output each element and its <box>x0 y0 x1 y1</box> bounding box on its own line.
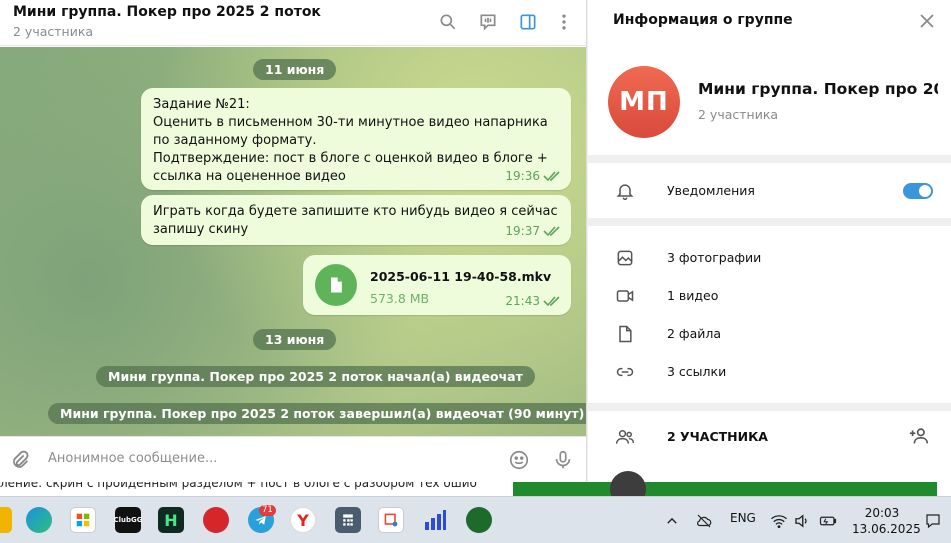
shared-files-row[interactable]: 2 файла <box>588 316 951 352</box>
message-text: Играть когда будете запишите кто нибудь … <box>153 204 558 237</box>
poker-table-app-icon[interactable] <box>466 507 492 533</box>
background-window <box>513 482 937 496</box>
shared-photos-label: 3 фотографии <box>667 250 762 265</box>
file-icon <box>614 323 636 345</box>
notifications-section: Уведомления <box>588 163 951 218</box>
message-text: Задание №21: Оценить в письменном 30-ти … <box>153 97 548 184</box>
attach-icon[interactable] <box>8 448 32 472</box>
link-icon <box>614 361 636 383</box>
clock-time: 20:03 <box>864 506 900 520</box>
members-icon <box>614 426 636 448</box>
chat-member-count: 2 участника <box>13 24 94 39</box>
shared-videos-label: 1 видео <box>667 288 719 303</box>
double-check-icon <box>543 226 560 237</box>
members-section: 2 УЧАСТНИКА <box>588 411 951 507</box>
edge-browser-icon[interactable] <box>26 507 52 533</box>
battery-icon[interactable] <box>818 511 838 531</box>
file-name: 2025-06-11 19-40-58.mkv <box>370 269 552 284</box>
system-clock[interactable]: 20:03 13.06.2025 <box>852 505 921 537</box>
shared-media-section: 3 фотографии 1 видео 2 файла 3 ссылки <box>588 226 951 403</box>
add-member-icon[interactable] <box>908 425 932 449</box>
chat-title[interactable]: Мини группа. Покер про 2025 2 поток <box>13 4 321 20</box>
photo-icon <box>614 247 636 269</box>
calculator-icon[interactable] <box>335 507 361 533</box>
double-check-icon <box>543 171 560 182</box>
microsoft-store-icon[interactable] <box>70 507 96 533</box>
background-document: ление: скрин с пройденным разделом + пос… <box>0 482 586 496</box>
date-separator: 11 июня <box>253 59 337 80</box>
hand2note-icon[interactable]: H <box>158 507 184 533</box>
speaker-icon[interactable] <box>792 511 812 531</box>
chat-panel: Мини группа. Покер про 2025 2 поток 2 уч… <box>0 0 586 482</box>
windows-taskbar: ClubGG H 71 Y ENG 20:03 13.06.2025 <box>0 496 951 543</box>
notification-center-icon[interactable] <box>923 511 943 531</box>
shared-links-label: 3 ссылки <box>667 364 727 379</box>
members-header: 2 УЧАСТНИКА <box>588 419 951 455</box>
message-input[interactable]: Анонимное сообщение... <box>48 451 217 466</box>
snipping-tool-icon[interactable] <box>378 507 404 533</box>
date-separator: 13 июня <box>253 329 337 350</box>
message-time: 19:36 <box>505 169 540 183</box>
screen: Мини группа. Покер про 2025 2 поток 2 уч… <box>0 0 951 543</box>
double-check-icon <box>543 296 560 307</box>
cloud-offline-icon[interactable] <box>694 511 714 531</box>
members-count-label: 2 УЧАСТНИКА <box>667 429 768 444</box>
message-meta: 21:43 <box>505 292 563 310</box>
file-size: 573.8 MB <box>370 291 430 306</box>
message-time: 19:37 <box>505 224 540 238</box>
group-avatar[interactable]: МП <box>608 66 680 138</box>
chat-header[interactable]: Мини группа. Покер про 2025 2 поток 2 уч… <box>0 0 586 46</box>
file-download-icon[interactable] <box>315 264 357 306</box>
group-member-count: 2 участника <box>698 107 779 122</box>
group-info-panel: Информация о группе МП Мини группа. Поке… <box>586 0 951 507</box>
notifications-label: Уведомления <box>667 183 755 198</box>
clock-date: 13.06.2025 <box>852 522 921 536</box>
service-message: Мини группа. Покер про 2025 2 поток заве… <box>48 403 586 424</box>
message-bubble[interactable]: Играть когда будете запишите кто нибудь … <box>141 195 571 245</box>
service-message: Мини группа. Покер про 2025 2 поток нача… <box>96 366 535 387</box>
file-explorer-icon[interactable] <box>0 507 12 533</box>
message-list[interactable]: 11 июня Задание №21: Оценить в письменно… <box>0 47 586 436</box>
emoji-icon[interactable] <box>507 448 531 472</box>
microphone-icon[interactable] <box>551 448 575 472</box>
poker-client-icon[interactable] <box>203 507 229 533</box>
shared-photos-row[interactable]: 3 фотографии <box>588 240 951 276</box>
clubgg-app-icon[interactable]: ClubGG <box>113 507 143 533</box>
message-bubble[interactable]: Задание №21: Оценить в письменном 30-ти … <box>141 88 571 190</box>
message-meta: 19:37 <box>505 222 563 240</box>
search-icon[interactable] <box>436 10 460 34</box>
file-message-bubble[interactable]: 2025-06-11 19-40-58.mkv 573.8 MB 21:43 <box>303 255 571 315</box>
sidebar-toggle-icon[interactable] <box>516 10 540 34</box>
shared-links-row[interactable]: 3 ссылки <box>588 354 951 390</box>
notifications-row[interactable]: Уведомления <box>588 173 951 209</box>
video-chat-icon[interactable] <box>476 10 500 34</box>
input-language[interactable]: ENG <box>730 511 756 525</box>
info-panel-title: Информация о группе <box>613 12 793 28</box>
stats-app-icon[interactable] <box>422 507 448 533</box>
message-time: 21:43 <box>505 294 540 308</box>
yandex-browser-icon[interactable]: Y <box>290 507 316 533</box>
shared-videos-row[interactable]: 1 видео <box>588 278 951 314</box>
group-profile-section: Информация о группе МП Мини группа. Поке… <box>588 0 951 155</box>
chevron-up-icon[interactable] <box>662 511 682 531</box>
close-icon[interactable] <box>918 12 936 30</box>
message-composer: Анонимное сообщение... <box>0 436 586 482</box>
notifications-toggle[interactable] <box>903 183 933 199</box>
background-document-text: ление: скрин с пройденным разделом + пос… <box>0 482 477 490</box>
telegram-unread-badge: 71 <box>259 505 276 516</box>
bell-icon <box>614 180 636 202</box>
video-icon <box>614 285 636 307</box>
message-meta: 19:36 <box>505 167 563 185</box>
wifi-icon[interactable] <box>769 511 789 531</box>
group-name: Мини группа. Покер про 20... <box>698 80 938 98</box>
shared-files-label: 2 файла <box>667 326 722 341</box>
more-vertical-icon[interactable] <box>552 10 576 34</box>
